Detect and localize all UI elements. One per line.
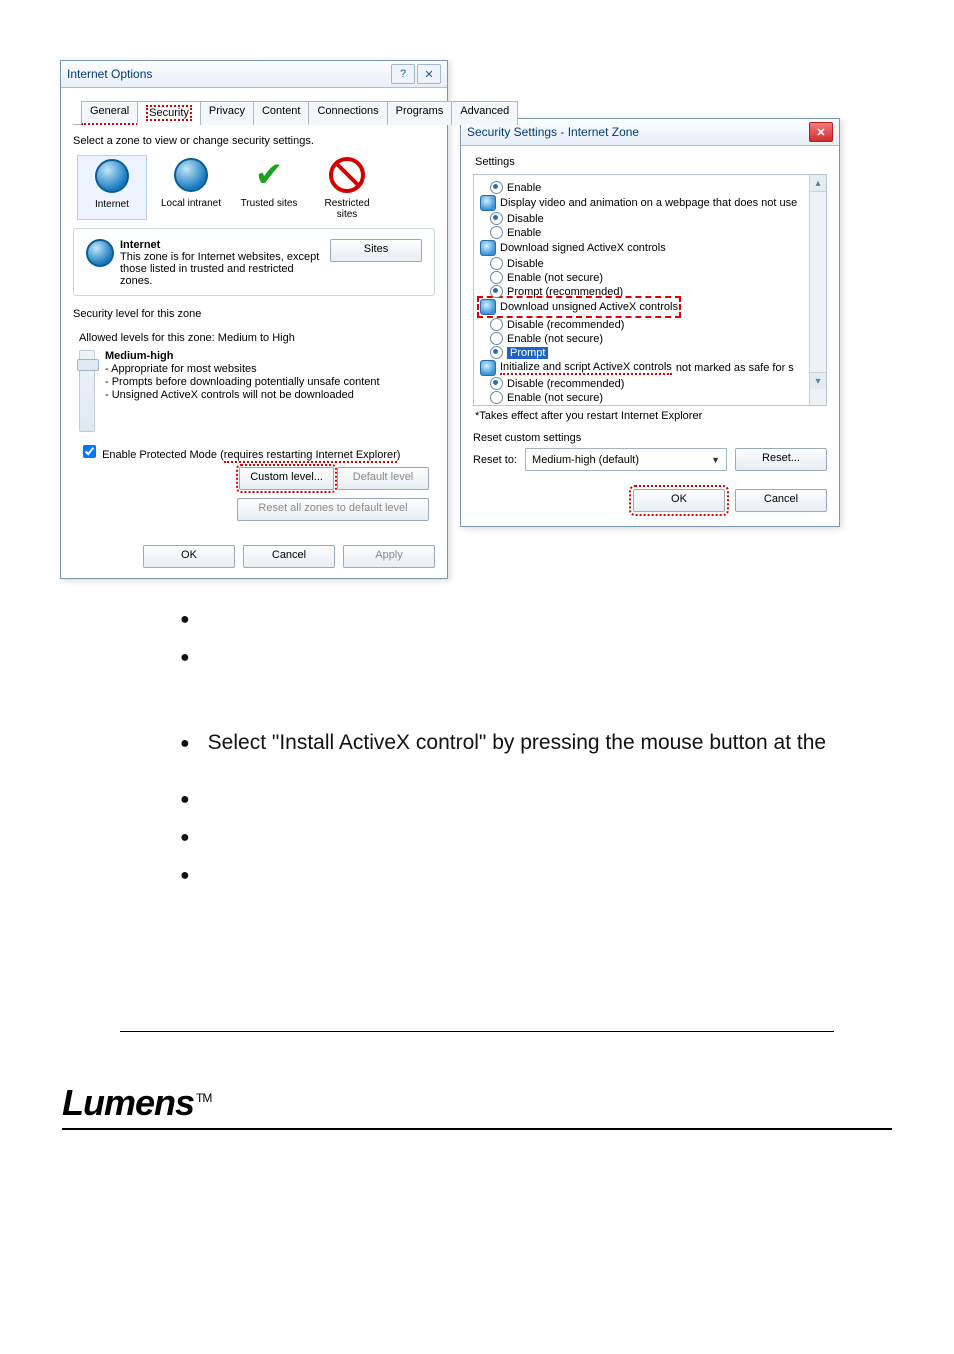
reset-to-combobox[interactable]: Medium-high (default) ▼ xyxy=(525,448,727,471)
tab-programs[interactable]: Programs xyxy=(387,101,453,125)
tab-strip: General Security Privacy Content Connect… xyxy=(73,100,435,125)
tab-privacy[interactable]: Privacy xyxy=(200,101,254,125)
zone-name: Internet xyxy=(120,239,330,251)
scroll-down-icon[interactable]: ▾ xyxy=(810,372,826,389)
sec-level-panel: Allowed levels for this zone: Medium to … xyxy=(73,328,435,527)
level-name: Medium-high xyxy=(105,350,380,362)
tab-content[interactable]: Content xyxy=(253,101,310,125)
chevron-down-icon: ▼ xyxy=(711,455,720,465)
globe-small-icon xyxy=(86,239,114,267)
settings-label: Settings xyxy=(475,156,827,168)
separator-line xyxy=(120,1031,834,1032)
internet-options-dialog: Internet Options ? ✕ General Security Pr… xyxy=(60,60,448,579)
setting-icon xyxy=(480,299,496,315)
zone-info-panel: Internet This zone is for Internet websi… xyxy=(73,228,435,296)
radio-icon[interactable] xyxy=(490,181,503,194)
io-titlebar[interactable]: Internet Options ? ✕ xyxy=(61,61,447,88)
apply-button[interactable]: Apply xyxy=(343,545,435,568)
pm-label-b: requires restarting Internet Explorer xyxy=(224,449,397,463)
lvl-line1: - Appropriate for most websites xyxy=(105,363,380,375)
security-slider[interactable] xyxy=(79,350,95,432)
restart-note: *Takes effect after you restart Internet… xyxy=(475,410,825,422)
radio-icon[interactable] xyxy=(490,405,503,406)
default-level-button[interactable]: Default level xyxy=(337,467,429,490)
radio-icon[interactable] xyxy=(490,257,503,270)
radio-icon[interactable] xyxy=(490,285,503,298)
footer-logo-bar: LumensTM xyxy=(62,1082,892,1130)
globe-icon xyxy=(95,159,129,193)
settings-list[interactable]: ▴ ▾ Enable Display video and animation o… xyxy=(473,174,827,406)
radio-icon[interactable] xyxy=(490,226,503,239)
reset-custom-label: Reset custom settings xyxy=(473,432,827,444)
sec-level-header: Security level for this zone xyxy=(73,308,435,320)
globe-icon xyxy=(174,158,208,192)
lvl-line3: - Unsigned ActiveX controls will not be … xyxy=(105,389,380,401)
cancel-button[interactable]: Cancel xyxy=(735,489,827,512)
tab-general[interactable]: General xyxy=(81,101,138,125)
setting-icon xyxy=(480,240,496,256)
reset-all-zones-button[interactable]: Reset all zones to default level xyxy=(237,498,429,521)
zone-desc: This zone is for Internet websites, exce… xyxy=(120,251,320,287)
prompt-highlight: Prompt xyxy=(507,347,548,359)
io-title: Internet Options xyxy=(67,67,152,81)
allowed-levels: Allowed levels for this zone: Medium to … xyxy=(79,332,429,344)
tab-connections[interactable]: Connections xyxy=(308,101,387,125)
vertical-scrollbar[interactable]: ▴ ▾ xyxy=(809,175,826,405)
zone-internet[interactable]: Internet xyxy=(77,155,147,220)
sites-button[interactable]: Sites xyxy=(330,239,422,262)
forbidden-icon xyxy=(329,157,365,193)
ok-button[interactable]: OK xyxy=(143,545,235,568)
close-button[interactable]: ✕ xyxy=(417,64,441,84)
security-settings-dialog: Security Settings - Internet Zone ✕ Sett… xyxy=(460,118,840,527)
tab-security[interactable]: Security xyxy=(137,101,201,125)
check-icon: ✔ xyxy=(255,160,284,190)
select-zone-label: Select a zone to view or change security… xyxy=(73,135,435,147)
protected-mode-checkbox[interactable] xyxy=(83,445,96,458)
zone-trusted-sites[interactable]: ✔ Trusted sites xyxy=(235,155,303,220)
radio-icon[interactable] xyxy=(490,332,503,345)
reset-button[interactable]: Reset... xyxy=(735,448,827,471)
zones-list: Internet Local intranet ✔ Trusted sites … xyxy=(77,155,431,220)
radio-icon[interactable] xyxy=(490,346,503,359)
ss-title: Security Settings - Internet Zone xyxy=(467,125,639,139)
close-button[interactable]: ✕ xyxy=(809,122,833,142)
tab-advanced[interactable]: Advanced xyxy=(451,101,518,125)
reset-to-label: Reset to: xyxy=(473,454,517,466)
lvl-line2: - Prompts before downloading potentially… xyxy=(105,376,380,388)
cancel-button[interactable]: Cancel xyxy=(243,545,335,568)
setting-icon xyxy=(480,360,496,376)
lumens-logo: LumensTM xyxy=(62,1082,211,1123)
pm-label-c: ) xyxy=(397,449,401,461)
zone-restricted-sites[interactable]: Restricted sites xyxy=(313,155,381,220)
radio-icon[interactable] xyxy=(490,318,503,331)
help-button[interactable]: ? xyxy=(391,64,415,84)
radio-icon[interactable] xyxy=(490,377,503,390)
radio-icon[interactable] xyxy=(490,391,503,404)
instruction-block: ● ● ●Select "Install ActiveX control" by… xyxy=(180,607,894,889)
custom-level-button[interactable]: Custom level... xyxy=(239,467,334,490)
zone-local-intranet[interactable]: Local intranet xyxy=(157,155,225,220)
radio-icon[interactable] xyxy=(490,212,503,225)
ok-button[interactable]: OK xyxy=(633,489,725,512)
instruction-text: Select "Install ActiveX control" by pres… xyxy=(208,731,826,757)
scroll-up-icon[interactable]: ▴ xyxy=(810,175,826,192)
setting-icon xyxy=(480,195,496,211)
pm-label-a: Enable Protected Mode ( xyxy=(102,449,224,461)
radio-icon[interactable] xyxy=(490,271,503,284)
